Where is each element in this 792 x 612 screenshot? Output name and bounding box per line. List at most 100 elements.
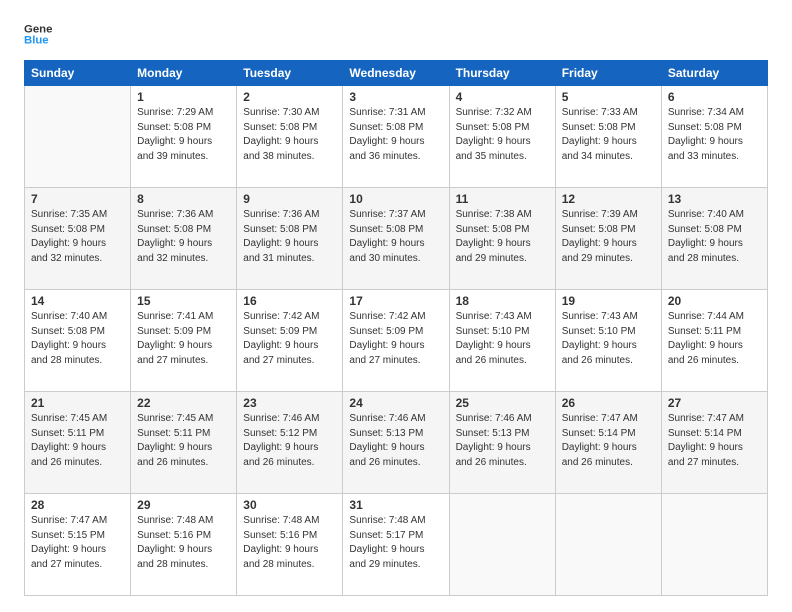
day-info: Sunrise: 7:39 AMSunset: 5:08 PMDaylight:… (562, 208, 655, 266)
calendar-cell (25, 86, 131, 188)
weekday-header-monday: Monday (131, 61, 237, 86)
day-number: 4 (456, 90, 549, 104)
day-info: Sunrise: 7:35 AMSunset: 5:08 PMDaylight:… (31, 208, 124, 266)
day-number: 2 (243, 90, 336, 104)
weekday-header-friday: Friday (555, 61, 661, 86)
day-number: 13 (668, 192, 761, 206)
day-number: 29 (137, 498, 230, 512)
day-info: Sunrise: 7:31 AMSunset: 5:08 PMDaylight:… (349, 106, 442, 164)
day-number: 27 (668, 396, 761, 410)
day-number: 1 (137, 90, 230, 104)
day-number: 30 (243, 498, 336, 512)
calendar-cell: 15Sunrise: 7:41 AMSunset: 5:09 PMDayligh… (131, 290, 237, 392)
weekday-header-wednesday: Wednesday (343, 61, 449, 86)
day-number: 5 (562, 90, 655, 104)
calendar-cell: 7 Sunrise: 7:35 AMSunset: 5:08 PMDaylight… (25, 188, 131, 290)
day-info: Sunrise: 7:43 AMSunset: 5:10 PMDaylight:… (456, 310, 549, 368)
day-number: 19 (562, 294, 655, 308)
calendar-cell: 27 Sunrise: 7:47 AMSunset: 5:14 PMDayligh… (661, 392, 767, 494)
day-number: 7 (31, 192, 124, 206)
day-number: 9 (243, 192, 336, 206)
calendar-cell: 26 Sunrise: 7:47 AMSunset: 5:14 PMDayligh… (555, 392, 661, 494)
day-info: Sunrise: 7:44 AMSunset: 5:11 PMDaylight:… (668, 310, 761, 368)
day-info: Sunrise: 7:46 AMSunset: 5:13 PMDaylight:… (349, 412, 442, 470)
day-info: Sunrise: 7:30 AMSunset: 5:08 PMDaylight:… (243, 106, 336, 164)
calendar-cell: 25 Sunrise: 7:46 AMSunset: 5:13 PMDayligh… (449, 392, 555, 494)
calendar-cell: 30 Sunrise: 7:48 AMSunset: 5:16 PMDayligh… (237, 494, 343, 596)
day-number: 10 (349, 192, 442, 206)
day-number: 18 (456, 294, 549, 308)
day-info: Sunrise: 7:40 AMSunset: 5:08 PMDaylight:… (668, 208, 761, 266)
day-info: Sunrise: 7:47 AMSunset: 5:14 PMDaylight:… (668, 412, 761, 470)
day-number: 25 (456, 396, 549, 410)
day-info: Sunrise: 7:45 AMSunset: 5:11 PMDaylight:… (137, 412, 230, 470)
day-info: Sunrise: 7:38 AMSunset: 5:08 PMDaylight:… (456, 208, 549, 266)
calendar-cell: 4Sunrise: 7:32 AMSunset: 5:08 PMDaylight… (449, 86, 555, 188)
calendar-week-row: 7 Sunrise: 7:35 AMSunset: 5:08 PMDaylight… (25, 188, 768, 290)
calendar-week-row: 28 Sunrise: 7:47 AMSunset: 5:15 PMDayligh… (25, 494, 768, 596)
day-info: Sunrise: 7:40 AMSunset: 5:08 PMDaylight:… (31, 310, 124, 368)
calendar-cell: 31 Sunrise: 7:48 AMSunset: 5:17 PMDayligh… (343, 494, 449, 596)
calendar-cell: 13 Sunrise: 7:40 AMSunset: 5:08 PMDayligh… (661, 188, 767, 290)
calendar-cell: 20 Sunrise: 7:44 AMSunset: 5:11 PMDayligh… (661, 290, 767, 392)
logo-icon: General Blue (24, 20, 52, 48)
calendar-cell: 2 Sunrise: 7:30 AMSunset: 5:08 PMDaylight… (237, 86, 343, 188)
weekday-header-tuesday: Tuesday (237, 61, 343, 86)
calendar-table: SundayMondayTuesdayWednesdayThursdayFrid… (24, 60, 768, 596)
calendar-week-row: 21 Sunrise: 7:45 AMSunset: 5:11 PMDayligh… (25, 392, 768, 494)
day-number: 28 (31, 498, 124, 512)
day-info: Sunrise: 7:36 AMSunset: 5:08 PMDaylight:… (243, 208, 336, 266)
day-info: Sunrise: 7:47 AMSunset: 5:15 PMDaylight:… (31, 514, 124, 572)
day-info: Sunrise: 7:29 AMSunset: 5:08 PMDaylight:… (137, 106, 230, 164)
calendar-cell: 10 Sunrise: 7:37 AMSunset: 5:08 PMDayligh… (343, 188, 449, 290)
day-info: Sunrise: 7:37 AMSunset: 5:08 PMDaylight:… (349, 208, 442, 266)
day-number: 6 (668, 90, 761, 104)
weekday-header-sunday: Sunday (25, 61, 131, 86)
day-info: Sunrise: 7:48 AMSunset: 5:17 PMDaylight:… (349, 514, 442, 572)
calendar-cell: 6 Sunrise: 7:34 AMSunset: 5:08 PMDaylight… (661, 86, 767, 188)
day-info: Sunrise: 7:45 AMSunset: 5:11 PMDaylight:… (31, 412, 124, 470)
weekday-header-thursday: Thursday (449, 61, 555, 86)
day-number: 26 (562, 396, 655, 410)
day-number: 17 (349, 294, 442, 308)
day-info: Sunrise: 7:41 AMSunset: 5:09 PMDaylight:… (137, 310, 230, 368)
day-number: 20 (668, 294, 761, 308)
day-number: 23 (243, 396, 336, 410)
calendar-cell: 1 Sunrise: 7:29 AMSunset: 5:08 PMDaylight… (131, 86, 237, 188)
weekday-header-saturday: Saturday (661, 61, 767, 86)
calendar-cell: 24Sunrise: 7:46 AMSunset: 5:13 PMDayligh… (343, 392, 449, 494)
weekday-header-row: SundayMondayTuesdayWednesdayThursdayFrid… (25, 61, 768, 86)
calendar-cell: 5Sunrise: 7:33 AMSunset: 5:08 PMDaylight… (555, 86, 661, 188)
day-number: 12 (562, 192, 655, 206)
calendar-cell: 16 Sunrise: 7:42 AMSunset: 5:09 PMDayligh… (237, 290, 343, 392)
calendar-week-row: 1 Sunrise: 7:29 AMSunset: 5:08 PMDaylight… (25, 86, 768, 188)
svg-text:Blue: Blue (24, 35, 49, 47)
day-info: Sunrise: 7:48 AMSunset: 5:16 PMDaylight:… (243, 514, 336, 572)
day-number: 3 (349, 90, 442, 104)
day-number: 31 (349, 498, 442, 512)
day-info: Sunrise: 7:48 AMSunset: 5:16 PMDaylight:… (137, 514, 230, 572)
calendar-cell: 17Sunrise: 7:42 AMSunset: 5:09 PMDayligh… (343, 290, 449, 392)
day-number: 22 (137, 396, 230, 410)
header: General Blue (24, 20, 768, 48)
day-info: Sunrise: 7:46 AMSunset: 5:13 PMDaylight:… (456, 412, 549, 470)
day-info: Sunrise: 7:36 AMSunset: 5:08 PMDaylight:… (137, 208, 230, 266)
calendar-cell: 14 Sunrise: 7:40 AMSunset: 5:08 PMDayligh… (25, 290, 131, 392)
svg-text:General: General (24, 23, 52, 35)
day-number: 21 (31, 396, 124, 410)
calendar-cell: 3 Sunrise: 7:31 AMSunset: 5:08 PMDaylight… (343, 86, 449, 188)
calendar-week-row: 14 Sunrise: 7:40 AMSunset: 5:08 PMDayligh… (25, 290, 768, 392)
calendar-cell: 23Sunrise: 7:46 AMSunset: 5:12 PMDayligh… (237, 392, 343, 494)
day-info: Sunrise: 7:47 AMSunset: 5:14 PMDaylight:… (562, 412, 655, 470)
day-info: Sunrise: 7:42 AMSunset: 5:09 PMDaylight:… (243, 310, 336, 368)
calendar-cell (661, 494, 767, 596)
day-number: 14 (31, 294, 124, 308)
day-info: Sunrise: 7:34 AMSunset: 5:08 PMDaylight:… (668, 106, 761, 164)
calendar-cell: 28 Sunrise: 7:47 AMSunset: 5:15 PMDayligh… (25, 494, 131, 596)
calendar-cell: 18 Sunrise: 7:43 AMSunset: 5:10 PMDayligh… (449, 290, 555, 392)
calendar-cell: 19Sunrise: 7:43 AMSunset: 5:10 PMDayligh… (555, 290, 661, 392)
calendar-cell: 22 Sunrise: 7:45 AMSunset: 5:11 PMDayligh… (131, 392, 237, 494)
day-number: 16 (243, 294, 336, 308)
page: General Blue SundayMondayTuesdayWednesda… (0, 0, 792, 612)
calendar-cell: 29 Sunrise: 7:48 AMSunset: 5:16 PMDayligh… (131, 494, 237, 596)
